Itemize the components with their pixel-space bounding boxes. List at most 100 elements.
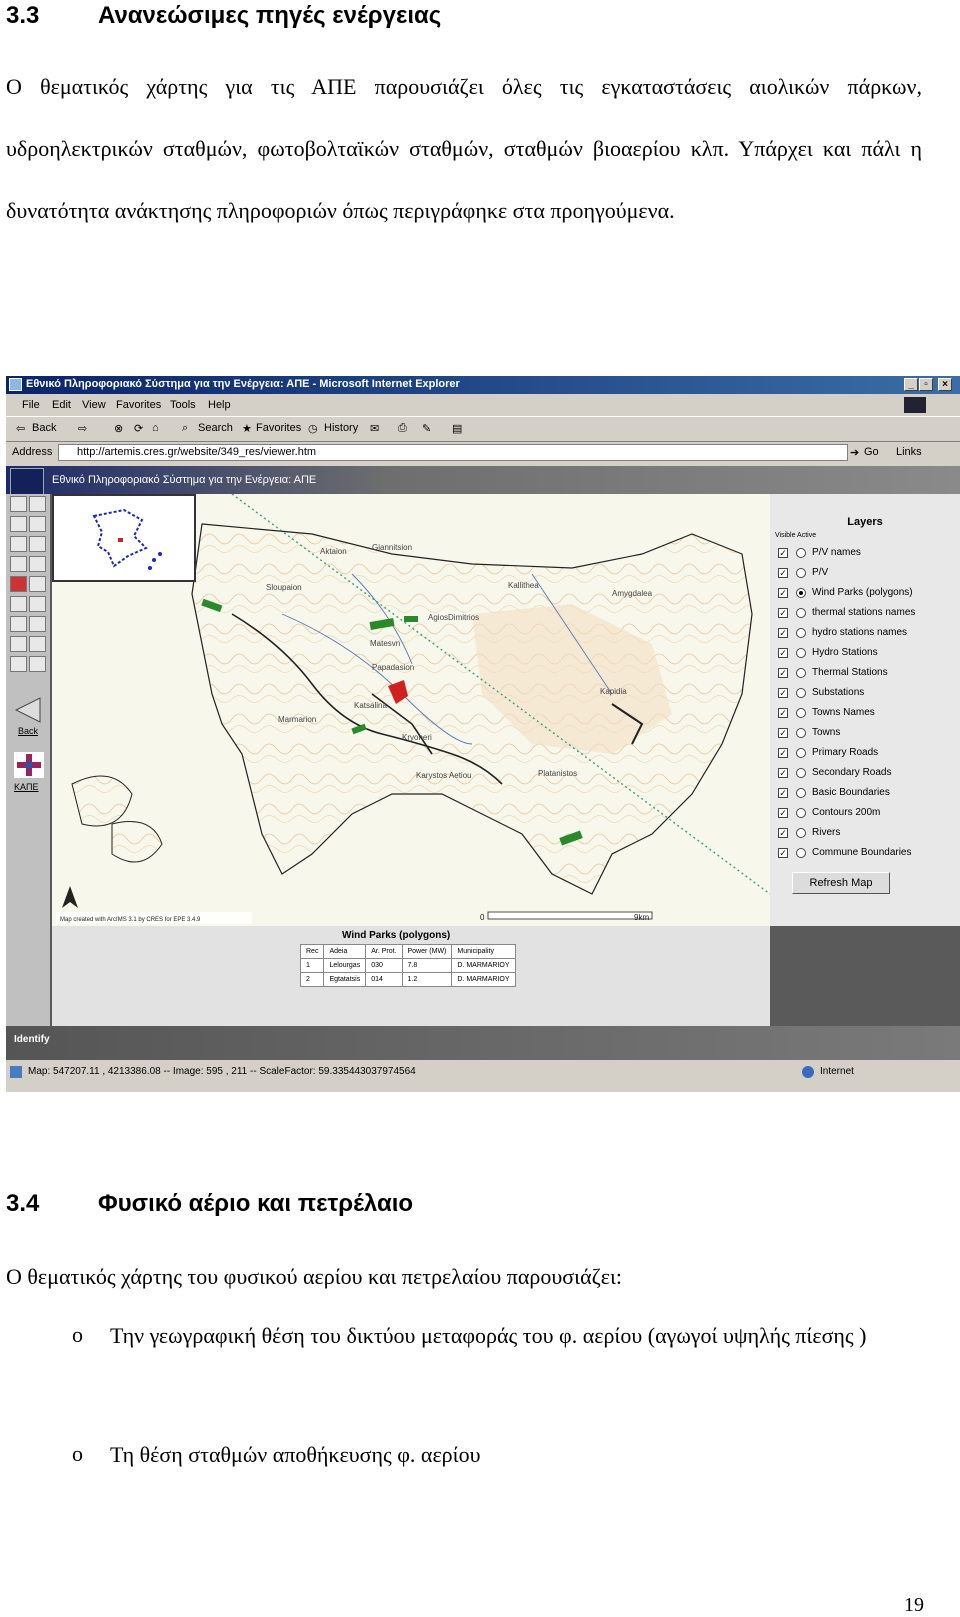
list-item-text: Την γεωγραφική θέση του δικτύου μεταφορά… <box>110 1323 867 1348</box>
layer-visible-checkbox[interactable]: ✓ <box>778 828 788 838</box>
section-heading-3-4: 3.4 Φυσικό αέριο και πετρέλαιο <box>6 1190 413 1218</box>
back-button[interactable]: Back <box>32 422 56 434</box>
table-row[interactable]: 1 Lelourgas 030 7.8 D. MARMARIOY <box>299 958 516 973</box>
back-arrow-icon[interactable] <box>14 696 42 724</box>
toggle-toc-icon[interactable] <box>10 496 27 512</box>
search-button[interactable]: Search <box>198 422 233 434</box>
history-button[interactable]: History <box>324 422 358 434</box>
layer-visible-checkbox[interactable]: ✓ <box>778 768 788 778</box>
zoom-last-icon[interactable] <box>29 536 46 552</box>
maximize-icon[interactable]: ▫ <box>919 378 933 391</box>
address-input[interactable]: http://artemis.cres.gr/website/349_res/v… <box>58 444 848 461</box>
map-view[interactable]: Aktaion Giannitsion Kallithea Amygdalea … <box>52 494 770 926</box>
layer-active-radio[interactable] <box>796 768 806 778</box>
find-icon[interactable] <box>10 596 27 612</box>
go-arrow-icon[interactable]: ➔ <box>850 446 859 459</box>
layer-visible-checkbox[interactable]: ✓ <box>778 688 788 698</box>
section-title: Φυσικό αέριο και πετρέλαιο <box>98 1190 414 1217</box>
select-shape-icon[interactable] <box>29 636 46 652</box>
discuss-icon[interactable]: ▤ <box>452 422 462 435</box>
forward-icon[interactable]: ⇨ <box>78 422 87 435</box>
layer-visible-checkbox[interactable]: ✓ <box>778 788 788 798</box>
menu-view[interactable]: View <box>82 399 106 411</box>
identify-icon[interactable] <box>10 576 27 592</box>
layer-active-radio[interactable] <box>796 788 806 798</box>
mail-icon[interactable]: ✉ <box>370 422 379 435</box>
identify-results: Wind Parks (polygons) Rec Adeia Ar. Prot… <box>52 926 770 1026</box>
table-cell: Egtatatsis <box>323 972 367 987</box>
set-units-icon[interactable] <box>10 616 27 632</box>
table-cell: 014 <box>365 972 403 987</box>
layer-active-radio[interactable] <box>796 848 806 858</box>
menu-favorites[interactable]: Favorites <box>116 399 161 411</box>
layer-active-radio[interactable] <box>796 808 806 818</box>
layer-visible-checkbox[interactable]: ✓ <box>778 748 788 758</box>
kape-logo-icon[interactable] <box>14 752 44 778</box>
layer-visible-checkbox[interactable]: ✓ <box>778 848 788 858</box>
toggle-overview-icon[interactable] <box>29 496 46 512</box>
layer-visible-checkbox[interactable]: ✓ <box>778 648 788 658</box>
layer-active-radio[interactable] <box>796 708 806 718</box>
print-map-icon[interactable] <box>29 656 46 672</box>
layer-active-radio[interactable] <box>796 608 806 618</box>
go-button[interactable]: Go <box>864 446 879 458</box>
window-titlebar: Εθνικό Πληροφοριακό Σύστημα για την Ενέρ… <box>6 376 960 394</box>
favorites-button[interactable]: Favorites <box>256 422 301 434</box>
layer-active-radio[interactable] <box>796 728 806 738</box>
layer-visible-checkbox[interactable]: ✓ <box>778 608 788 618</box>
measure-icon[interactable] <box>29 596 46 612</box>
overview-map[interactable] <box>52 494 196 582</box>
favorites-icon[interactable]: ★ <box>242 422 252 435</box>
layer-label: thermal stations names <box>812 607 916 618</box>
windows-logo-icon <box>904 397 926 413</box>
full-extent-icon[interactable] <box>10 536 27 552</box>
stop-icon[interactable]: ⊗ <box>114 422 123 435</box>
layer-visible-checkbox[interactable]: ✓ <box>778 548 788 558</box>
clear-selection-icon[interactable] <box>10 656 27 672</box>
tool-back-label[interactable]: Back <box>18 726 38 736</box>
layer-active-radio[interactable] <box>796 588 806 598</box>
layer-active-radio[interactable] <box>796 828 806 838</box>
back-icon[interactable]: ⇦ <box>16 422 25 435</box>
zoom-in-icon[interactable] <box>10 516 27 532</box>
links-button[interactable]: Links <box>896 446 922 458</box>
print-icon[interactable]: ⎙ <box>398 422 407 435</box>
search-icon[interactable]: ⌕ <box>182 422 188 435</box>
layer-visible-checkbox[interactable]: ✓ <box>778 568 788 578</box>
zoom-out-icon[interactable] <box>29 516 46 532</box>
layer-active-radio[interactable] <box>796 548 806 558</box>
table-header-row: Rec Adeia Ar. Prot. Power (MW) Municipal… <box>299 944 516 959</box>
place-label: Marmarion <box>278 715 316 724</box>
home-icon[interactable]: ⌂ <box>152 422 159 434</box>
refresh-map-button[interactable]: Refresh Map <box>792 872 890 894</box>
hyperlink-icon[interactable] <box>29 556 46 572</box>
query-icon[interactable] <box>29 576 46 592</box>
buffer-icon[interactable] <box>29 616 46 632</box>
layer-visible-checkbox[interactable]: ✓ <box>778 628 788 638</box>
layer-active-radio[interactable] <box>796 688 806 698</box>
refresh-icon[interactable]: ⟳ <box>134 422 143 435</box>
kape-label[interactable]: ΚΑΠΕ <box>14 782 39 792</box>
menu-help[interactable]: Help <box>208 399 231 411</box>
layer-visible-checkbox[interactable]: ✓ <box>778 588 788 598</box>
layer-active-radio[interactable] <box>796 648 806 658</box>
menu-tools[interactable]: Tools <box>170 399 196 411</box>
select-rectangle-icon[interactable] <box>10 636 27 652</box>
layer-visible-checkbox[interactable]: ✓ <box>778 808 788 818</box>
table-row[interactable]: 2 Egtatatsis 014 1.2 D. MARMARIOY <box>299 972 516 987</box>
pan-icon[interactable] <box>10 556 27 572</box>
menu-edit[interactable]: Edit <box>52 399 71 411</box>
table-cell: D. MARMARIOY <box>451 958 516 973</box>
layer-visible-checkbox[interactable]: ✓ <box>778 708 788 718</box>
close-icon[interactable]: × <box>938 378 952 391</box>
layer-active-radio[interactable] <box>796 628 806 638</box>
layer-active-radio[interactable] <box>796 668 806 678</box>
layer-visible-checkbox[interactable]: ✓ <box>778 728 788 738</box>
layer-visible-checkbox[interactable]: ✓ <box>778 668 788 678</box>
menu-file[interactable]: File <box>22 399 40 411</box>
layer-active-radio[interactable] <box>796 568 806 578</box>
minimize-icon[interactable]: _ <box>904 378 918 391</box>
edit-icon[interactable]: ✎ <box>422 422 431 435</box>
layer-active-radio[interactable] <box>796 748 806 758</box>
history-icon[interactable]: ◷ <box>308 422 318 435</box>
